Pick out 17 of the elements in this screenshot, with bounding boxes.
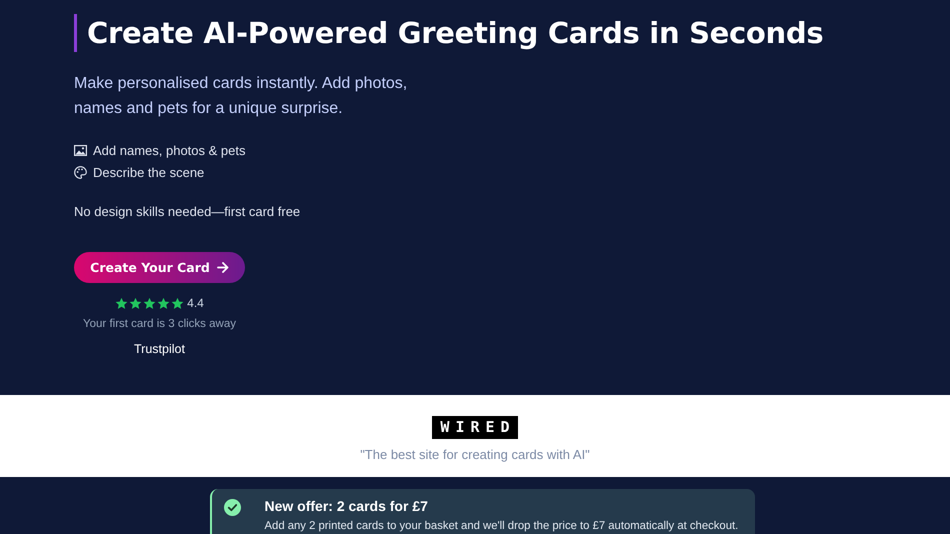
page-title: Create AI-Powered Greeting Cards in Seconds bbox=[74, 14, 950, 52]
clicks-note: Your first card is 3 clicks away bbox=[83, 318, 236, 330]
offer-title: New offer: 2 cards for £7 bbox=[264, 498, 429, 514]
palette-icon bbox=[74, 166, 87, 178]
note-text: No design skills needed—first card free bbox=[74, 204, 302, 219]
image-icon bbox=[74, 144, 87, 156]
subtitle: Make personalised cards instantly. Add photos, names and pets for a unique surprise. bbox=[74, 74, 408, 119]
check-icon bbox=[224, 499, 240, 516]
offer-text: Add any 2 printed cards to your basket and we'll drop the price to £7 automatically at checkout. bbox=[264, 520, 738, 532]
feature-label: Describe the scene bbox=[93, 164, 204, 180]
review-site-name: Trustpilot bbox=[134, 342, 185, 356]
feature-label: Add names, photos & pets bbox=[93, 142, 246, 158]
press-quote: "The best site for creating cards with AI" bbox=[360, 447, 590, 462]
arrow-icon bbox=[216, 262, 229, 273]
rating-value: 4.4 bbox=[187, 296, 204, 310]
create-card-button[interactable]: Create Your Card bbox=[74, 252, 245, 283]
wired-logo: WIRED bbox=[432, 416, 518, 439]
